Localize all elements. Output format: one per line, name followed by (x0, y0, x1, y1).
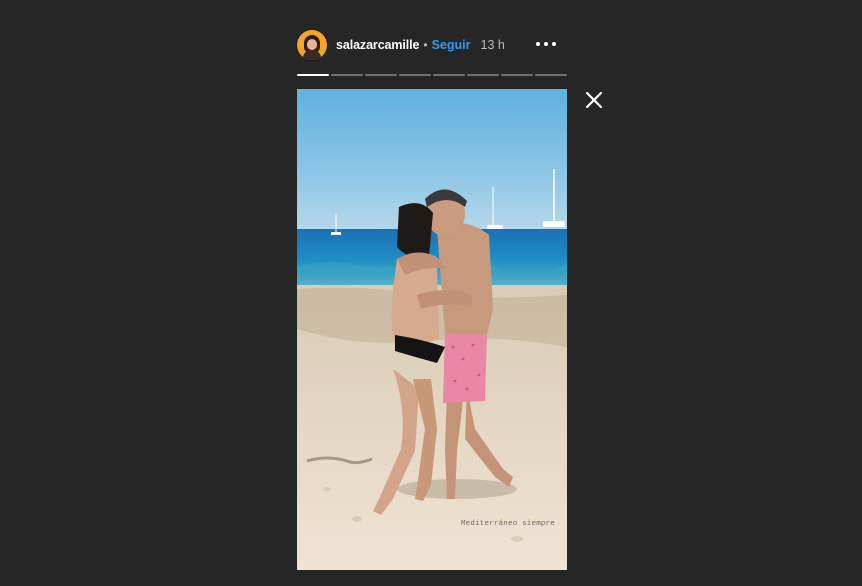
story-header: salazarcamille • Seguir 13 h (297, 28, 567, 62)
story-text-overlay: Mediterráneo siempre (460, 520, 555, 528)
progress-segment (399, 74, 431, 76)
progress-segment (365, 74, 397, 76)
profile-avatar[interactable] (297, 30, 327, 60)
progress-segment (331, 74, 363, 76)
more-options-icon[interactable] (536, 40, 556, 48)
progress-segment (535, 74, 567, 76)
username-link[interactable]: salazarcamille (336, 38, 419, 52)
close-icon[interactable] (585, 91, 603, 109)
follow-button[interactable]: Seguir (432, 38, 471, 52)
story-timestamp: 13 h (480, 38, 505, 52)
story-viewer: salazarcamille • Seguir 13 h Mediterráne… (0, 0, 862, 586)
progress-segment (297, 74, 329, 76)
story-progress-bar (297, 74, 567, 76)
progress-segment (501, 74, 533, 76)
story-photo[interactable]: Mediterráneo siempre (297, 89, 567, 570)
separator-dot: • (423, 38, 428, 52)
beach-couple-image (297, 89, 567, 570)
progress-segment (433, 74, 465, 76)
progress-segment (467, 74, 499, 76)
